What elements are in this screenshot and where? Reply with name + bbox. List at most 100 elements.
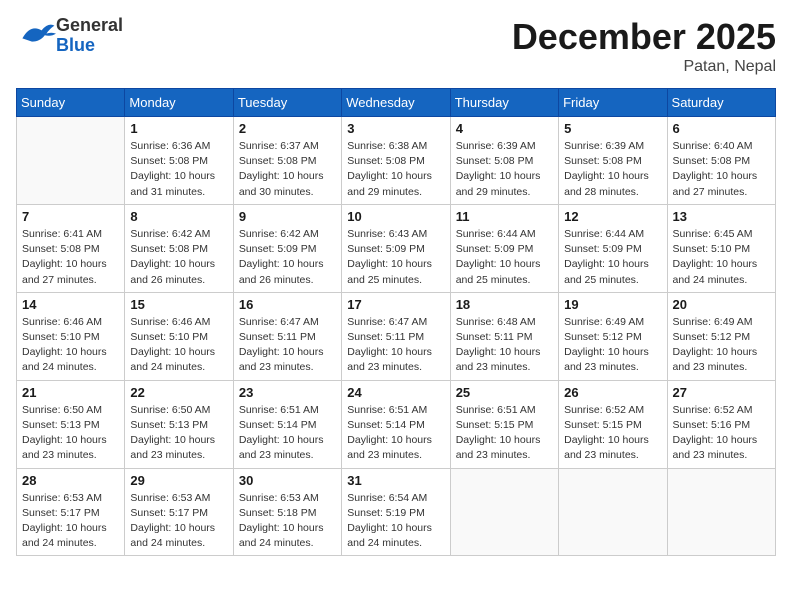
column-header-monday: Monday xyxy=(125,89,233,117)
day-number: 19 xyxy=(564,297,661,312)
calendar-cell: 20 Sunrise: 6:49 AMSunset: 5:12 PMDayligh… xyxy=(667,292,775,380)
day-info: Sunrise: 6:37 AMSunset: 5:08 PMDaylight:… xyxy=(239,139,336,200)
calendar-cell: 8 Sunrise: 6:42 AMSunset: 5:08 PMDaylight… xyxy=(125,204,233,292)
calendar-cell: 25 Sunrise: 6:51 AMSunset: 5:15 PMDayligh… xyxy=(450,380,558,468)
day-info: Sunrise: 6:39 AMSunset: 5:08 PMDaylight:… xyxy=(564,139,661,200)
day-number: 17 xyxy=(347,297,444,312)
day-info: Sunrise: 6:53 AMSunset: 5:17 PMDaylight:… xyxy=(22,491,119,552)
day-number: 21 xyxy=(22,385,119,400)
day-number: 11 xyxy=(456,209,553,224)
calendar-cell: 27Sunrise: 6:52 AMSunset: 5:16 PMDayligh… xyxy=(667,380,775,468)
day-number: 4 xyxy=(456,121,553,136)
page-header: General Blue December 2025 Patan, Nepal xyxy=(16,16,776,76)
day-info: Sunrise: 6:54 AMSunset: 5:19 PMDaylight:… xyxy=(347,491,444,552)
day-number: 31 xyxy=(347,473,444,488)
logo-general: General xyxy=(56,16,123,36)
column-header-friday: Friday xyxy=(559,89,667,117)
day-info: Sunrise: 6:50 AMSunset: 5:13 PMDaylight:… xyxy=(22,403,119,464)
calendar-cell: 31 Sunrise: 6:54 AMSunset: 5:19 PMDayligh… xyxy=(342,468,450,556)
day-number: 29 xyxy=(130,473,227,488)
calendar-cell xyxy=(17,117,125,205)
day-info: Sunrise: 6:40 AMSunset: 5:08 PMDaylight:… xyxy=(673,139,770,200)
calendar-cell: 21 Sunrise: 6:50 AMSunset: 5:13 PMDayligh… xyxy=(17,380,125,468)
day-number: 2 xyxy=(239,121,336,136)
day-info: Sunrise: 6:52 AMSunset: 5:15 PMDaylight:… xyxy=(564,403,661,464)
calendar-cell: 4 Sunrise: 6:39 AMSunset: 5:08 PMDaylight… xyxy=(450,117,558,205)
calendar-cell xyxy=(559,468,667,556)
day-info: Sunrise: 6:44 AMSunset: 5:09 PMDaylight:… xyxy=(564,227,661,288)
calendar-cell: 13 Sunrise: 6:45 AMSunset: 5:10 PMDayligh… xyxy=(667,204,775,292)
calendar-cell: 14 Sunrise: 6:46 AMSunset: 5:10 PMDayligh… xyxy=(17,292,125,380)
day-number: 22 xyxy=(130,385,227,400)
day-info: Sunrise: 6:46 AMSunset: 5:10 PMDaylight:… xyxy=(130,315,227,376)
day-info: Sunrise: 6:53 AMSunset: 5:18 PMDaylight:… xyxy=(239,491,336,552)
day-number: 26 xyxy=(564,385,661,400)
day-info: Sunrise: 6:39 AMSunset: 5:08 PMDaylight:… xyxy=(456,139,553,200)
calendar-cell: 7Sunrise: 6:41 AMSunset: 5:08 PMDaylight… xyxy=(17,204,125,292)
calendar-cell: 23 Sunrise: 6:51 AMSunset: 5:14 PMDayligh… xyxy=(233,380,341,468)
day-number: 9 xyxy=(239,209,336,224)
calendar-cell xyxy=(450,468,558,556)
calendar-week-row: 28 Sunrise: 6:53 AMSunset: 5:17 PMDayligh… xyxy=(17,468,776,556)
column-header-tuesday: Tuesday xyxy=(233,89,341,117)
day-number: 6 xyxy=(673,121,770,136)
day-info: Sunrise: 6:41 AMSunset: 5:08 PMDaylight:… xyxy=(22,227,119,288)
day-info: Sunrise: 6:53 AMSunset: 5:17 PMDaylight:… xyxy=(130,491,227,552)
day-info: Sunrise: 6:36 AMSunset: 5:08 PMDaylight:… xyxy=(130,139,227,200)
day-number: 8 xyxy=(130,209,227,224)
day-info: Sunrise: 6:48 AMSunset: 5:11 PMDaylight:… xyxy=(456,315,553,376)
day-number: 30 xyxy=(239,473,336,488)
logo-blue: Blue xyxy=(56,36,123,56)
title-area: December 2025 Patan, Nepal xyxy=(512,16,776,76)
day-number: 25 xyxy=(456,385,553,400)
day-number: 1 xyxy=(130,121,227,136)
day-number: 14 xyxy=(22,297,119,312)
calendar-header-row: SundayMondayTuesdayWednesdayThursdayFrid… xyxy=(17,89,776,117)
calendar-cell: 9 Sunrise: 6:42 AMSunset: 5:09 PMDaylight… xyxy=(233,204,341,292)
day-number: 23 xyxy=(239,385,336,400)
calendar-cell: 1 Sunrise: 6:36 AMSunset: 5:08 PMDaylight… xyxy=(125,117,233,205)
day-info: Sunrise: 6:49 AMSunset: 5:12 PMDaylight:… xyxy=(673,315,770,376)
calendar-cell: 30 Sunrise: 6:53 AMSunset: 5:18 PMDayligh… xyxy=(233,468,341,556)
day-number: 28 xyxy=(22,473,119,488)
day-info: Sunrise: 6:43 AMSunset: 5:09 PMDaylight:… xyxy=(347,227,444,288)
column-header-thursday: Thursday xyxy=(450,89,558,117)
day-number: 3 xyxy=(347,121,444,136)
month-title: December 2025 xyxy=(512,16,776,58)
day-info: Sunrise: 6:51 AMSunset: 5:15 PMDaylight:… xyxy=(456,403,553,464)
calendar-cell: 24 Sunrise: 6:51 AMSunset: 5:14 PMDayligh… xyxy=(342,380,450,468)
calendar-cell: 18 Sunrise: 6:48 AMSunset: 5:11 PMDayligh… xyxy=(450,292,558,380)
column-header-saturday: Saturday xyxy=(667,89,775,117)
day-info: Sunrise: 6:47 AMSunset: 5:11 PMDaylight:… xyxy=(239,315,336,376)
day-number: 24 xyxy=(347,385,444,400)
calendar-cell: 2 Sunrise: 6:37 AMSunset: 5:08 PMDaylight… xyxy=(233,117,341,205)
day-number: 10 xyxy=(347,209,444,224)
calendar-cell xyxy=(667,468,775,556)
day-number: 12 xyxy=(564,209,661,224)
day-info: Sunrise: 6:42 AMSunset: 5:08 PMDaylight:… xyxy=(130,227,227,288)
calendar-cell: 17Sunrise: 6:47 AMSunset: 5:11 PMDayligh… xyxy=(342,292,450,380)
day-info: Sunrise: 6:42 AMSunset: 5:09 PMDaylight:… xyxy=(239,227,336,288)
day-info: Sunrise: 6:49 AMSunset: 5:12 PMDaylight:… xyxy=(564,315,661,376)
calendar-table: SundayMondayTuesdayWednesdayThursdayFrid… xyxy=(16,88,776,556)
logo: General Blue xyxy=(16,16,123,56)
calendar-cell: 29 Sunrise: 6:53 AMSunset: 5:17 PMDayligh… xyxy=(125,468,233,556)
day-number: 18 xyxy=(456,297,553,312)
day-number: 5 xyxy=(564,121,661,136)
day-info: Sunrise: 6:52 AMSunset: 5:16 PMDaylight:… xyxy=(673,403,770,464)
calendar-cell: 11 Sunrise: 6:44 AMSunset: 5:09 PMDayligh… xyxy=(450,204,558,292)
calendar-cell: 19 Sunrise: 6:49 AMSunset: 5:12 PMDayligh… xyxy=(559,292,667,380)
day-info: Sunrise: 6:45 AMSunset: 5:10 PMDaylight:… xyxy=(673,227,770,288)
day-number: 13 xyxy=(673,209,770,224)
day-info: Sunrise: 6:46 AMSunset: 5:10 PMDaylight:… xyxy=(22,315,119,376)
logo-text: General Blue xyxy=(56,16,123,56)
calendar-week-row: 14 Sunrise: 6:46 AMSunset: 5:10 PMDayligh… xyxy=(17,292,776,380)
calendar-cell: 22Sunrise: 6:50 AMSunset: 5:13 PMDayligh… xyxy=(125,380,233,468)
column-header-sunday: Sunday xyxy=(17,89,125,117)
day-info: Sunrise: 6:51 AMSunset: 5:14 PMDaylight:… xyxy=(239,403,336,464)
calendar-cell: 16Sunrise: 6:47 AMSunset: 5:11 PMDayligh… xyxy=(233,292,341,380)
day-info: Sunrise: 6:44 AMSunset: 5:09 PMDaylight:… xyxy=(456,227,553,288)
calendar-week-row: 1 Sunrise: 6:36 AMSunset: 5:08 PMDaylight… xyxy=(17,117,776,205)
day-info: Sunrise: 6:51 AMSunset: 5:14 PMDaylight:… xyxy=(347,403,444,464)
day-number: 20 xyxy=(673,297,770,312)
